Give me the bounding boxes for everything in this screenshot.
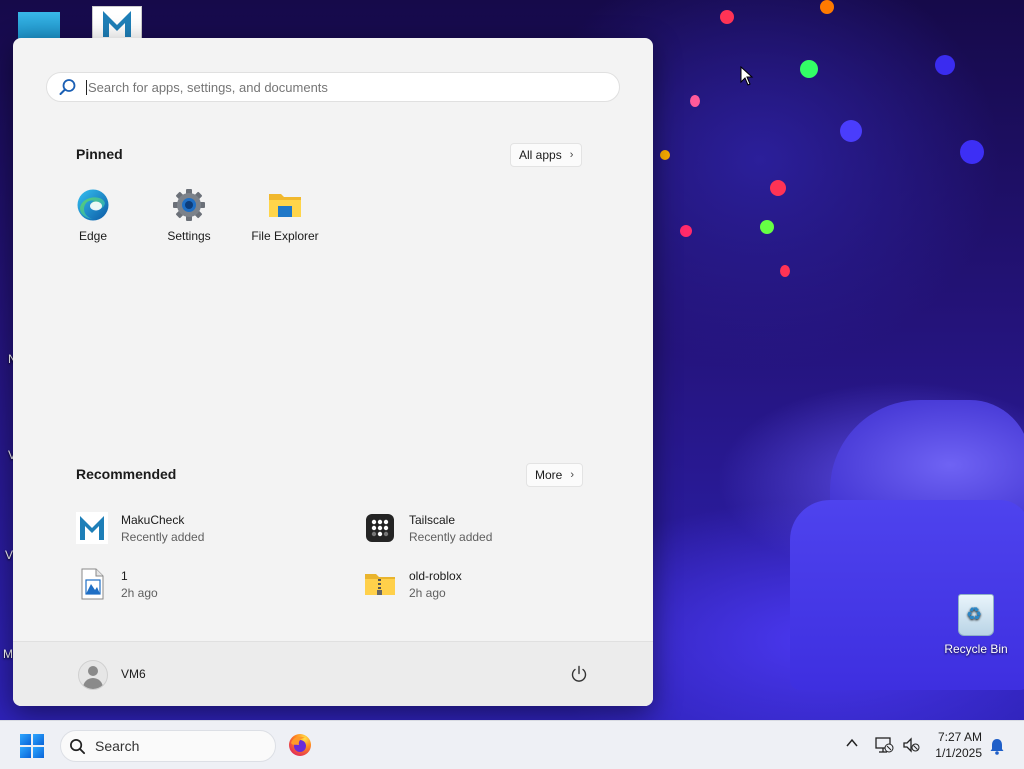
search-placeholder: Search for apps, settings, and documents <box>88 79 328 95</box>
recommended-item-name: old-roblox <box>409 568 462 583</box>
taskbar-search-box[interactable]: Search <box>60 730 276 762</box>
recommended-item-name: 1 <box>121 568 128 583</box>
chevron-up-icon[interactable] <box>845 736 859 750</box>
user-avatar[interactable] <box>78 660 108 690</box>
zip-folder-icon <box>364 568 396 600</box>
settings-gear-icon <box>172 188 206 222</box>
recommended-item-detail: Recently added <box>409 529 493 544</box>
more-label: More <box>535 468 563 482</box>
volume-muted-icon[interactable] <box>902 736 920 754</box>
makucheck-desktop-icon[interactable] <box>92 6 142 42</box>
chevron-right-icon: › <box>570 469 575 481</box>
recommended-item-name: Tailscale <box>409 512 456 527</box>
recycle-bin-icon: ♻ <box>958 594 994 636</box>
taskbar-search-label: Search <box>95 738 140 754</box>
user-name[interactable]: VM6 <box>121 667 146 681</box>
search-icon <box>70 738 86 754</box>
wallpaper-light <box>690 95 700 107</box>
pinned-item-label: File Explorer <box>251 229 319 243</box>
more-button[interactable]: More › <box>526 463 584 487</box>
pinned-title: Pinned <box>76 146 123 162</box>
firefox-icon[interactable] <box>288 733 312 757</box>
wallpaper-light <box>720 10 734 24</box>
recommended-item-tailscale[interactable]: Tailscale Recently added <box>364 512 492 544</box>
all-apps-button[interactable]: All apps › <box>510 143 583 167</box>
tailscale-icon <box>364 512 396 544</box>
file-explorer-icon <box>268 188 302 222</box>
mouse-cursor-icon <box>740 66 754 86</box>
search-icon <box>59 79 76 95</box>
wallpaper-light <box>935 55 955 75</box>
recommended-item-detail: 2h ago <box>121 585 158 600</box>
wallpaper-light <box>820 0 834 14</box>
recommended-title: Recommended <box>76 466 177 482</box>
taskbar-clock[interactable]: 7:27 AM 1/1/2025 <box>926 729 982 761</box>
network-icon[interactable] <box>874 736 894 754</box>
start-menu: Search for apps, settings, and documents… <box>13 38 653 706</box>
text-caret <box>86 79 87 95</box>
desktop-icon-label-fragment: M <box>3 647 13 661</box>
desktop-icon-label: Recycle Bin <box>944 642 1008 656</box>
all-apps-label: All apps <box>519 148 562 162</box>
recommended-item-name: MakuCheck <box>121 512 185 527</box>
clock-time: 7:27 AM <box>937 730 982 744</box>
wallpaper-light <box>960 140 984 164</box>
notification-bell-icon[interactable] <box>989 737 1005 755</box>
wallpaper-light <box>780 265 790 277</box>
desktop-app-icon[interactable] <box>18 12 60 40</box>
pinned-item-file-explorer[interactable]: File Explorer <box>245 188 325 243</box>
start-menu-footer: VM6 <box>13 641 653 706</box>
pinned-item-edge[interactable]: Edge <box>53 188 133 243</box>
power-icon[interactable] <box>569 664 589 684</box>
image-file-icon <box>76 568 108 600</box>
recommended-item-detail: Recently added <box>121 529 205 544</box>
desktop-icon-recycle-bin[interactable]: ♻ Recycle Bin <box>940 594 1012 656</box>
recommended-item-makucheck[interactable]: MakuCheck Recently added <box>76 512 204 544</box>
clock-date: 1/1/2025 <box>935 746 982 760</box>
chevron-right-icon: › <box>569 149 574 161</box>
desktop-icon-label-fragment: V <box>5 548 14 562</box>
wallpaper-light <box>680 225 692 237</box>
wallpaper-light <box>760 220 774 234</box>
makucheck-icon <box>76 512 108 544</box>
pinned-item-label: Settings <box>167 229 211 243</box>
edge-icon <box>76 188 110 222</box>
taskbar: Search 7:27 AM 1/1/2025 <box>0 720 1024 769</box>
wallpaper-light <box>770 180 786 196</box>
pinned-item-label: Edge <box>78 229 108 243</box>
wallpaper-light <box>800 60 818 78</box>
wallpaper-light <box>660 150 670 160</box>
recommended-item-old-roblox[interactable]: old-roblox 2h ago <box>364 568 462 600</box>
wallpaper-light <box>840 120 862 142</box>
recommended-item-detail: 2h ago <box>409 585 446 600</box>
start-button-windows-icon[interactable] <box>20 734 44 758</box>
recommended-item-image-file[interactable]: 1 2h ago <box>76 568 158 600</box>
pinned-item-settings[interactable]: Settings <box>149 188 229 243</box>
start-search-input[interactable]: Search for apps, settings, and documents <box>46 72 620 102</box>
